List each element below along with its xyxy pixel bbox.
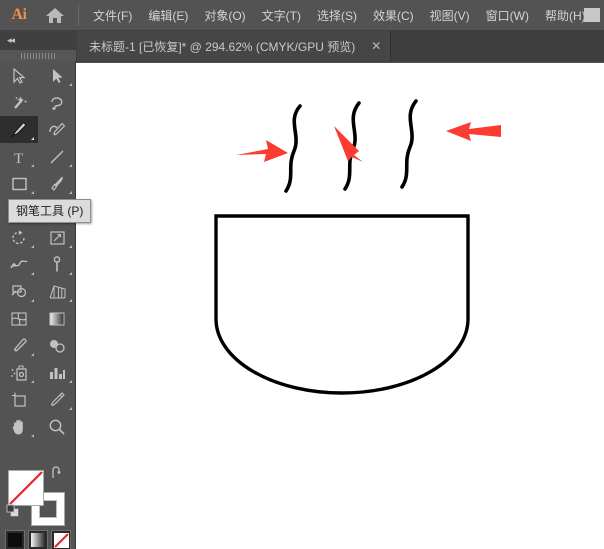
rectangle-tool[interactable] (0, 170, 38, 197)
mesh-tool[interactable] (0, 305, 38, 332)
blend-tool[interactable] (38, 332, 76, 359)
eyedropper-tool[interactable] (0, 332, 38, 359)
canvas-area[interactable] (76, 62, 604, 549)
cup-shape (216, 216, 468, 393)
tool-more-indicator (69, 272, 72, 275)
steam-line-1 (286, 106, 300, 191)
lasso-tool[interactable] (38, 89, 76, 116)
menu-bar: Ai 文件(F) 编辑(E) 对象(O) 文字(T) 选择(S) 效果(C) 视… (0, 0, 604, 30)
home-icon[interactable] (38, 0, 72, 30)
annotation-arrow-1 (236, 140, 288, 162)
paintbrush-tool[interactable] (38, 170, 76, 197)
symbol-sprayer-tool[interactable] (0, 359, 38, 386)
scale-tool[interactable] (38, 224, 76, 251)
gradient-swatch-icon (31, 533, 45, 547)
tool-more-indicator (31, 137, 34, 140)
tool-tooltip: 钢笔工具 (P) (8, 199, 91, 223)
color-mode-row (5, 530, 71, 549)
menu-divider (78, 5, 79, 25)
tool-more-indicator (31, 299, 34, 302)
tool-more-indicator (69, 380, 72, 383)
none-mode-button[interactable] (51, 530, 71, 549)
annotation-arrow-3 (446, 122, 501, 141)
tool-more-indicator (69, 164, 72, 167)
steam-line-3 (402, 101, 416, 187)
width-tool[interactable] (0, 251, 38, 278)
pen-tool[interactable] (0, 116, 38, 143)
perspective-grid-tool[interactable] (38, 278, 76, 305)
menu-view[interactable]: 视图(V) (422, 0, 478, 30)
color-controls (0, 409, 76, 549)
curvature-tool[interactable] (38, 116, 76, 143)
document-tab[interactable]: 未标题-1 [已恢复]* @ 294.62% (CMYK/GPU 预览) ✕ (77, 31, 391, 61)
gradient-mode-button[interactable] (28, 530, 48, 549)
menu-edit[interactable]: 编辑(E) (140, 0, 196, 30)
tools-panel: T (0, 62, 76, 549)
tool-grid: T (0, 62, 76, 440)
menu-window[interactable]: 窗口(W) (478, 0, 537, 30)
artwork-steaming-cup (76, 63, 604, 549)
type-tool[interactable]: T (0, 143, 38, 170)
selection-tool[interactable] (0, 62, 38, 89)
magic-wand-tool[interactable] (0, 89, 38, 116)
window-control-placeholder[interactable] (584, 8, 600, 22)
swap-fill-stroke-icon[interactable] (50, 466, 64, 480)
shape-builder-tool[interactable] (0, 278, 38, 305)
illustrator-window: Ai 文件(F) 编辑(E) 对象(O) 文字(T) 选择(S) 效果(C) 视… (0, 0, 604, 549)
artboard[interactable] (76, 63, 604, 549)
tool-more-indicator (31, 191, 34, 194)
tool-more-indicator (31, 353, 34, 356)
tool-more-indicator (31, 245, 34, 248)
menu-item-list: 文件(F) 编辑(E) 对象(O) 文字(T) 选择(S) 效果(C) 视图(V… (85, 0, 594, 30)
column-graph-tool[interactable] (38, 359, 76, 386)
document-tab-title: 未标题-1 [已恢复]* @ 294.62% (CMYK/GPU 预览) (89, 38, 355, 55)
grip-dots-icon (21, 53, 55, 59)
chevron-double-left-icon: ◂◂ (7, 35, 14, 46)
free-transform-tool[interactable] (38, 251, 76, 278)
default-fill-stroke-icon[interactable] (6, 504, 20, 518)
gradient-tool[interactable] (38, 305, 76, 332)
toolbar-drag-handle[interactable] (0, 50, 76, 62)
menu-file[interactable]: 文件(F) (85, 0, 140, 30)
none-swatch-icon (54, 533, 69, 548)
tool-more-indicator (31, 380, 34, 383)
annotation-arrow-2 (334, 126, 363, 162)
tool-more-indicator (31, 164, 34, 167)
tool-more-indicator (31, 272, 34, 275)
rotate-tool[interactable] (0, 224, 38, 251)
color-mode-button[interactable] (5, 530, 25, 549)
solid-color-icon (8, 533, 22, 547)
fill-swatch[interactable] (8, 470, 44, 506)
menu-object[interactable]: 对象(O) (196, 0, 253, 30)
none-slash-icon (8, 470, 44, 506)
menu-effect[interactable]: 效果(C) (365, 0, 422, 30)
collapse-panel-button[interactable]: ◂◂ (0, 30, 76, 50)
tool-more-indicator (69, 299, 72, 302)
tool-more-indicator (69, 83, 72, 86)
menu-type[interactable]: 文字(T) (254, 0, 309, 30)
line-segment-tool[interactable] (38, 143, 76, 170)
document-tab-bar: ◂◂ 未标题-1 [已恢复]* @ 294.62% (CMYK/GPU 预览) … (0, 30, 604, 62)
direct-selection-tool[interactable] (38, 62, 76, 89)
menu-select[interactable]: 选择(S) (309, 0, 365, 30)
svg-text:T: T (14, 151, 23, 165)
tool-more-indicator (69, 245, 72, 248)
tool-more-indicator (69, 191, 72, 194)
app-logo: Ai (0, 0, 38, 30)
close-icon[interactable]: ✕ (371, 40, 381, 52)
